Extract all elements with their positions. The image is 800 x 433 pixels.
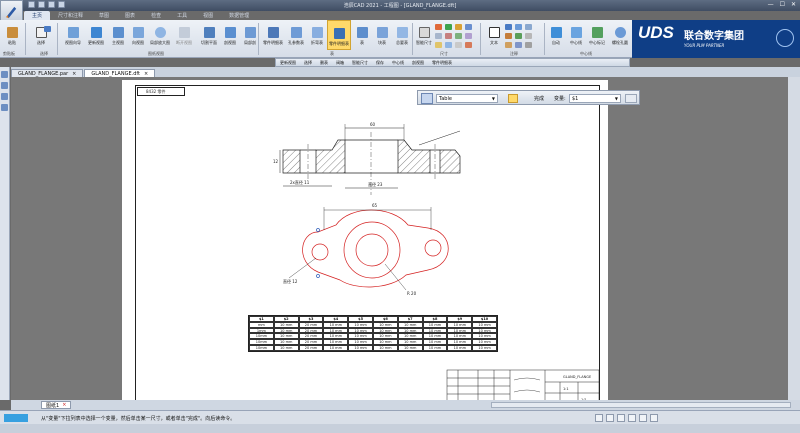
table-cell: 10 mm [422, 345, 448, 351]
table-cell: 10mm [249, 345, 274, 351]
dim-plan-hole: 直径 12 [283, 278, 298, 284]
table-cell: 10 mm [372, 345, 398, 351]
variable-select[interactable]: $1 ▼ [569, 94, 621, 103]
variable-table[interactable]: $1 $2 $3 $4 $5 $6 $7 $8 $9 $10 mm 10 mm 20 mm 10 mm 10… [248, 315, 498, 352]
table-type-select[interactable]: Table ▼ [436, 94, 498, 103]
fit-icon[interactable] [617, 414, 625, 422]
table-cell: 20 mm [298, 345, 324, 351]
dim-plan-radius: R 20 [407, 291, 417, 296]
dim-left-height: 12 [273, 159, 279, 164]
table-cell: 10 mm [447, 345, 473, 351]
plan-view [302, 209, 449, 288]
title-block-name: GLAND_FLANGE [563, 375, 591, 379]
options-icon[interactable] [625, 94, 637, 103]
sheet-tab-bar: 图纸1 × [11, 400, 800, 410]
horizontal-scrollbar[interactable] [491, 402, 791, 408]
drawing-geometry: 60 12 2x直径 11 直径 23 65 直径 12 R 20 GLAND_… [273, 122, 600, 405]
table-cell: 10 mm [348, 345, 373, 351]
prompt-text: 从"变量"下拉列表中选择一个变量，然后单击某一尺寸，或者单击"完成"。向后读命令… [41, 416, 236, 422]
table-type-icon[interactable] [421, 93, 433, 104]
view-settings-icon[interactable] [650, 414, 658, 422]
variable-label: 变量: [554, 96, 566, 102]
table-cell: 10 mm [472, 345, 497, 351]
sheet-tab-1[interactable]: 图纸1 × [41, 401, 72, 409]
zoom-out-icon[interactable] [606, 414, 614, 422]
status-bar: 从"变量"下拉列表中选择一个变量，然后单击某一尺寸，或者单击"完成"。向后读命令… [0, 410, 800, 424]
dim-hole-diameter: 2x直径 11 [290, 179, 310, 185]
dim-plan-width: 65 [372, 203, 378, 208]
table-cell: 10 mm [397, 345, 423, 351]
pan-icon[interactable] [628, 414, 636, 422]
edit-table-icon[interactable] [508, 94, 518, 103]
close-icon[interactable]: × [62, 402, 66, 408]
bottom-edge [0, 424, 800, 433]
chevron-down-icon: ▼ [614, 96, 618, 101]
dim-top-width: 60 [370, 122, 376, 127]
prompt-icon [4, 414, 28, 422]
table-property-bar: Table ▼ 完成 变量: $1 ▼ [417, 90, 640, 105]
title-block-scale: 1:1 [563, 387, 569, 391]
zoom-in-icon[interactable] [595, 414, 603, 422]
zoom-area-icon[interactable] [639, 414, 647, 422]
table-cell: 10 mm [323, 345, 349, 351]
table-cell: 10 mm [273, 345, 299, 351]
dim-bore-diameter: 直径 23 [368, 181, 383, 187]
done-button[interactable]: 完成 [534, 95, 544, 102]
chevron-down-icon: ▼ [491, 96, 495, 101]
